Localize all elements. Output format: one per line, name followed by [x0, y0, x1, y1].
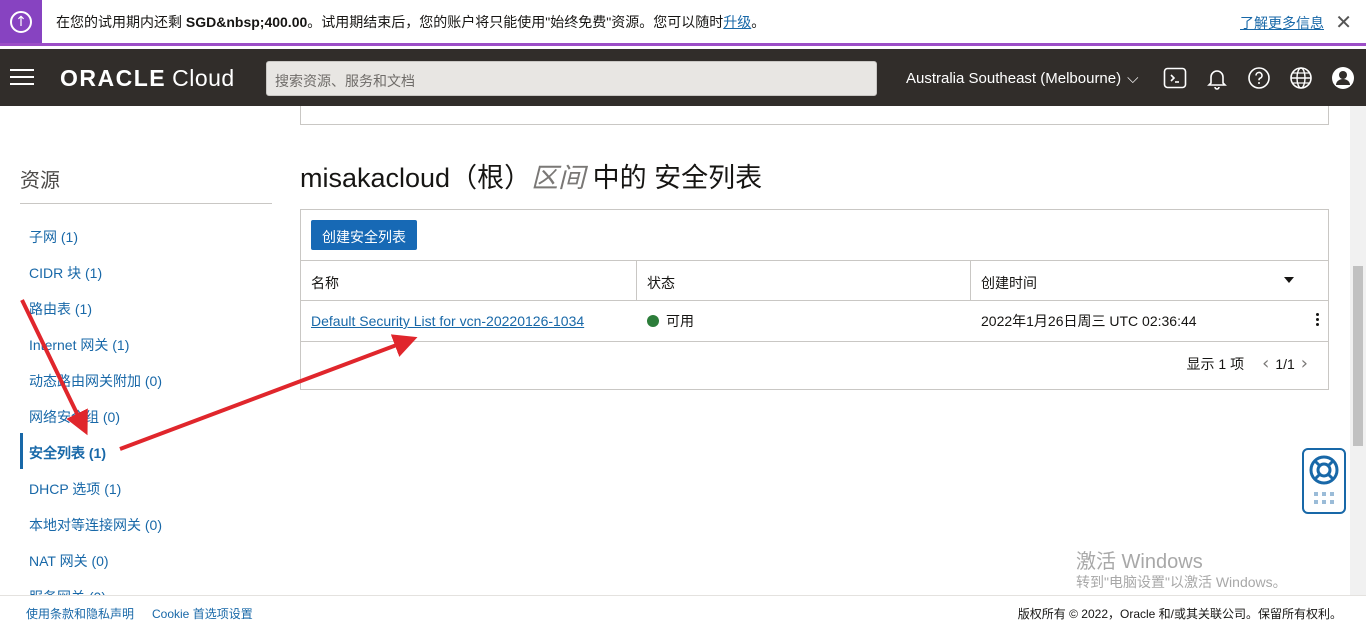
windows-activation-hint: 转到"电脑设置"以激活 Windows。 — [1076, 574, 1287, 590]
row-actions-kebab-icon[interactable] — [1316, 313, 1320, 328]
banner-message: 在您的试用期内还剩 SGD&nbsp;400.00。试用期结束后，您的账户将只能… — [56, 12, 765, 32]
row-name-cell: Default Security List for vcn-20220126-1… — [301, 313, 637, 329]
divider — [20, 203, 272, 204]
oracle-cloud-logo[interactable]: ORACLE Cloud — [60, 65, 235, 92]
resource-security-lists[interactable]: 安全列表 (1) — [20, 433, 272, 469]
table-row: Default Security List for vcn-20220126-1… — [301, 301, 1328, 342]
bell-icon[interactable] — [1205, 66, 1229, 90]
chevron-down-icon: ⌵ — [1127, 69, 1139, 87]
terms-link[interactable]: 使用条款和隐私声明 — [26, 605, 134, 622]
banner-text-end: 。 — [751, 13, 766, 30]
top-navigation: ORACLE Cloud 搜索资源、服务和文档 Australia Southea… — [0, 49, 1366, 106]
pager-count: 显示 1 项 — [1186, 355, 1245, 372]
upgrade-link[interactable]: 升级 — [723, 14, 751, 30]
resource-drg-attachments[interactable]: 动态路由网关附加 (0) — [20, 361, 272, 397]
windows-activation-title: 激活 Windows — [1076, 551, 1203, 573]
status-text: 可用 — [666, 313, 694, 329]
resource-subnets[interactable]: 子网 (1) — [20, 217, 272, 253]
search-input[interactable]: 搜索资源、服务和文档 — [266, 61, 877, 96]
resource-local-peering-gateways[interactable]: 本地对等连接网关 (0) — [20, 505, 272, 541]
resource-internet-gateways[interactable]: Internet 网关 (1) — [20, 325, 272, 361]
prev-page-icon[interactable]: ‹ — [1262, 353, 1269, 374]
arrow-up-circle-icon: ↑ — [10, 10, 32, 33]
trial-banner: ↑ 在您的试用期内还剩 SGD&nbsp;400.00。试用期结束后，您的账户将… — [0, 0, 1366, 46]
region-selector[interactable]: Australia Southeast (Melbourne) ⌵ — [906, 69, 1139, 87]
resource-network-security-groups[interactable]: 网络安全组 (0) — [20, 397, 272, 433]
create-security-list-button[interactable]: 创建安全列表 — [311, 220, 417, 250]
logo-cloud-text: Cloud — [172, 65, 235, 91]
resource-route-tables[interactable]: 路由表 (1) — [20, 289, 272, 325]
row-status-cell: 可用 — [637, 311, 971, 331]
compartment-label: 区间 — [531, 163, 586, 193]
cookie-preferences-link[interactable]: Cookie 首选项设置 — [152, 605, 253, 622]
resource-cidr-blocks[interactable]: CIDR 块 (1) — [20, 253, 272, 289]
scrollbar-thumb[interactable] — [1353, 266, 1363, 446]
banner-icon-box: ↑ — [0, 0, 42, 43]
help-icon[interactable] — [1247, 66, 1271, 90]
column-created-label: 创建时间 — [981, 275, 1037, 291]
copyright-text: 版权所有 © 2022，Oracle 和/或其关联公司。保留所有权利。 — [1017, 607, 1342, 621]
page-scrollbar[interactable] — [1350, 106, 1366, 595]
row-created-cell: 2022年1月26日周三 UTC 02:36:44 — [981, 313, 1197, 329]
globe-icon[interactable] — [1289, 66, 1313, 90]
footer: 使用条款和隐私声明 Cookie 首选项设置 版权所有 © 2022，Oracl… — [0, 595, 1366, 625]
resources-list: 子网 (1) CIDR 块 (1) 路由表 (1) Internet 网关 (1… — [20, 217, 272, 613]
learn-more-link[interactable]: 了解更多信息 — [1240, 13, 1324, 33]
page-title: misakacloud（根）区间 中的 安全列表 — [300, 156, 762, 195]
pager-page: 1/1 — [1275, 355, 1295, 372]
column-name[interactable]: 名称 — [301, 261, 637, 300]
pagination: 显示 1 项 ‹ 1/1 › — [1187, 353, 1314, 374]
hamburger-menu-icon[interactable] — [10, 69, 34, 85]
title-rest: 中的 安全列表 — [585, 163, 763, 193]
column-created[interactable]: 创建时间 — [971, 261, 1328, 300]
next-page-icon[interactable]: › — [1301, 353, 1308, 374]
security-lists-panel: 创建安全列表 名称 状态 创建时间 Default Security List … — [300, 209, 1329, 390]
logo-oracle-text: ORACLE — [60, 65, 167, 91]
banner-text-mid: 。试用期结束后，您的账户将只能使用"始终免费"资源。您可以随时 — [307, 13, 724, 30]
previous-panel-edge — [300, 106, 1329, 125]
close-icon[interactable]: ✕ — [1335, 10, 1352, 34]
resources-title: 资源 — [20, 170, 60, 192]
column-status[interactable]: 状态 — [637, 261, 971, 300]
compartment-name: misakacloud（根） — [300, 163, 532, 193]
sort-caret-icon[interactable] — [1284, 277, 1294, 283]
cloud-shell-icon[interactable] — [1163, 66, 1187, 90]
help-widget[interactable] — [1302, 448, 1346, 514]
resource-dhcp-options[interactable]: DHCP 选项 (1) — [20, 469, 272, 505]
table-header: 名称 状态 创建时间 — [301, 260, 1328, 301]
banner-text-pre: 在您的试用期内还剩 — [56, 13, 186, 30]
region-label: Australia Southeast (Melbourne) — [906, 70, 1122, 87]
user-avatar-icon[interactable] — [1331, 66, 1355, 90]
security-list-link[interactable]: Default Security List for vcn-20220126-1… — [311, 313, 584, 329]
banner-amount: SGD&nbsp;400.00 — [185, 13, 308, 30]
status-available-icon — [647, 315, 659, 327]
resource-nat-gateways[interactable]: NAT 网关 (0) — [20, 541, 272, 577]
security-lists-table: 名称 状态 创建时间 Default Security List for vcn… — [301, 260, 1328, 342]
lifebuoy-icon — [1309, 455, 1339, 504]
